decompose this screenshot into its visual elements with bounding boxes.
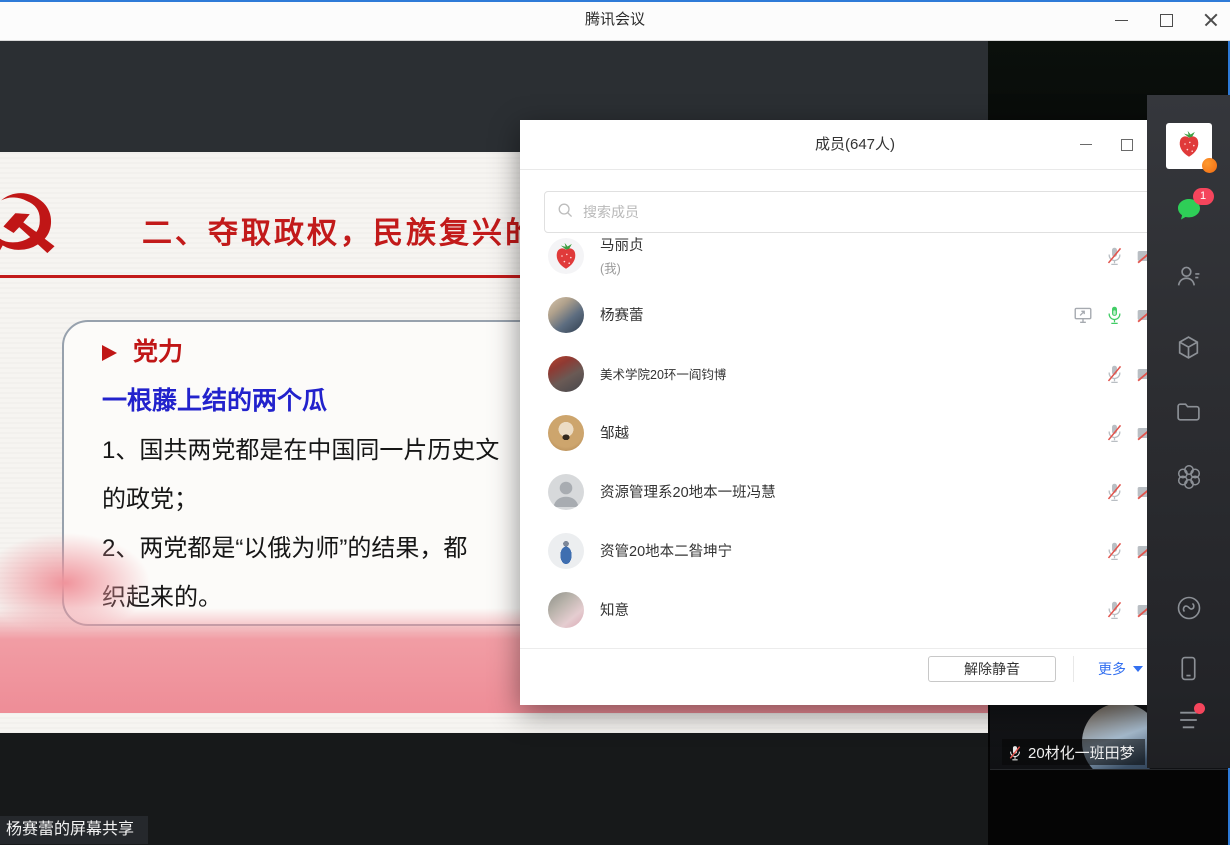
member-row[interactable]: 邹越 bbox=[520, 403, 1190, 462]
member-name: 资源管理系20地本一班冯慧 bbox=[600, 481, 776, 502]
mic-muted-icon[interactable] bbox=[1106, 540, 1123, 561]
more-button[interactable]: 更多 bbox=[1073, 656, 1143, 682]
member-status-icons bbox=[1073, 304, 1156, 325]
sidebar-profile-avatar[interactable] bbox=[1166, 123, 1212, 169]
member-row[interactable]: 杨赛蕾 bbox=[520, 285, 1190, 344]
sidebar-item-favorites-cube[interactable] bbox=[1175, 334, 1202, 361]
more-menu-badge-dot bbox=[1194, 703, 1205, 714]
screen-share-icon bbox=[1073, 306, 1093, 324]
member-row[interactable]: 马丽贞 (我) bbox=[520, 226, 1190, 285]
member-row[interactable]: 资源管理系20地本一班冯慧 bbox=[520, 462, 1190, 521]
screen-share-banner: 杨赛蕾的屏幕共享 bbox=[0, 816, 148, 844]
member-avatar bbox=[548, 297, 584, 333]
member-name: 邹越 bbox=[600, 422, 629, 443]
window-title: 腾讯会议 bbox=[0, 0, 1230, 40]
mic-muted-icon bbox=[1008, 744, 1022, 761]
panel-minimize-button[interactable] bbox=[1071, 120, 1101, 169]
member-avatar bbox=[548, 474, 584, 510]
hammer-sickle-emblem-icon: ☭ bbox=[0, 182, 63, 286]
member-row[interactable]: 知意 bbox=[520, 580, 1190, 639]
chat-unread-badge: 1 bbox=[1193, 188, 1214, 205]
sidebar-item-mini-program[interactable] bbox=[1175, 594, 1203, 622]
member-row[interactable]: 资管20地本二昝坤宁 bbox=[520, 521, 1190, 580]
sidebar-item-contacts[interactable] bbox=[1175, 263, 1202, 290]
member-avatar bbox=[548, 415, 584, 451]
member-avatar bbox=[548, 238, 584, 274]
mic-muted-icon[interactable] bbox=[1106, 599, 1123, 620]
member-list: 马丽贞 (我) 杨赛蕾 美术学院20环一阎钧博 邹越 资源管理系20地本一班冯慧 bbox=[520, 226, 1190, 639]
member-subtitle: (我) bbox=[600, 258, 644, 277]
window-border-top bbox=[0, 0, 1230, 2]
window-maximize-button[interactable] bbox=[1150, 0, 1182, 40]
member-avatar bbox=[548, 592, 584, 628]
window-minimize-button[interactable] bbox=[1105, 0, 1137, 40]
mic-muted-icon[interactable] bbox=[1106, 422, 1123, 443]
member-avatar bbox=[548, 533, 584, 569]
sidebar-item-chat-files[interactable] bbox=[1175, 398, 1202, 425]
unmute-button[interactable]: 解除静音 bbox=[928, 656, 1056, 682]
search-input[interactable] bbox=[581, 203, 1153, 221]
avatar-badge bbox=[1202, 158, 1217, 173]
window-close-button[interactable] bbox=[1195, 0, 1227, 40]
app-sidebar: 1 bbox=[1147, 95, 1230, 768]
members-panel: 成员(647人) 马丽贞 (我) 杨赛蕾 美术学院20环一阎钧博 bbox=[520, 120, 1190, 705]
mic-muted-icon[interactable] bbox=[1106, 363, 1123, 384]
arrow-bullet-icon bbox=[102, 345, 117, 361]
member-name: 马丽贞 bbox=[600, 234, 644, 255]
member-name: 美术学院20环一阎钧博 bbox=[600, 364, 726, 383]
sidebar-item-more-menu[interactable] bbox=[1175, 708, 1202, 732]
member-name: 知意 bbox=[600, 599, 629, 620]
members-panel-footer: 解除静音 更多 bbox=[520, 648, 1190, 705]
sidebar-item-phone[interactable] bbox=[1175, 655, 1202, 682]
sidebar-item-moments[interactable] bbox=[1175, 463, 1203, 491]
chevron-down-icon bbox=[1133, 666, 1143, 672]
member-avatar bbox=[548, 356, 584, 392]
members-panel-header: 成员(647人) bbox=[520, 120, 1190, 170]
mic-muted-icon[interactable] bbox=[1106, 245, 1123, 266]
mic-muted-icon[interactable] bbox=[1106, 481, 1123, 502]
member-name: 杨赛蕾 bbox=[600, 304, 644, 325]
search-icon bbox=[557, 202, 573, 223]
participant-label: 20材化一班田梦 bbox=[1002, 739, 1145, 765]
member-row[interactable]: 美术学院20环一阎钧博 bbox=[520, 344, 1190, 403]
window-titlebar: 腾讯会议 bbox=[0, 0, 1230, 41]
member-name: 资管20地本二昝坤宁 bbox=[600, 540, 732, 561]
sidebar-item-chat[interactable]: 1 bbox=[1174, 195, 1204, 223]
strawberry-avatar-icon bbox=[1173, 128, 1205, 165]
panel-maximize-button[interactable] bbox=[1112, 120, 1142, 169]
mic-on-icon[interactable] bbox=[1106, 304, 1123, 325]
